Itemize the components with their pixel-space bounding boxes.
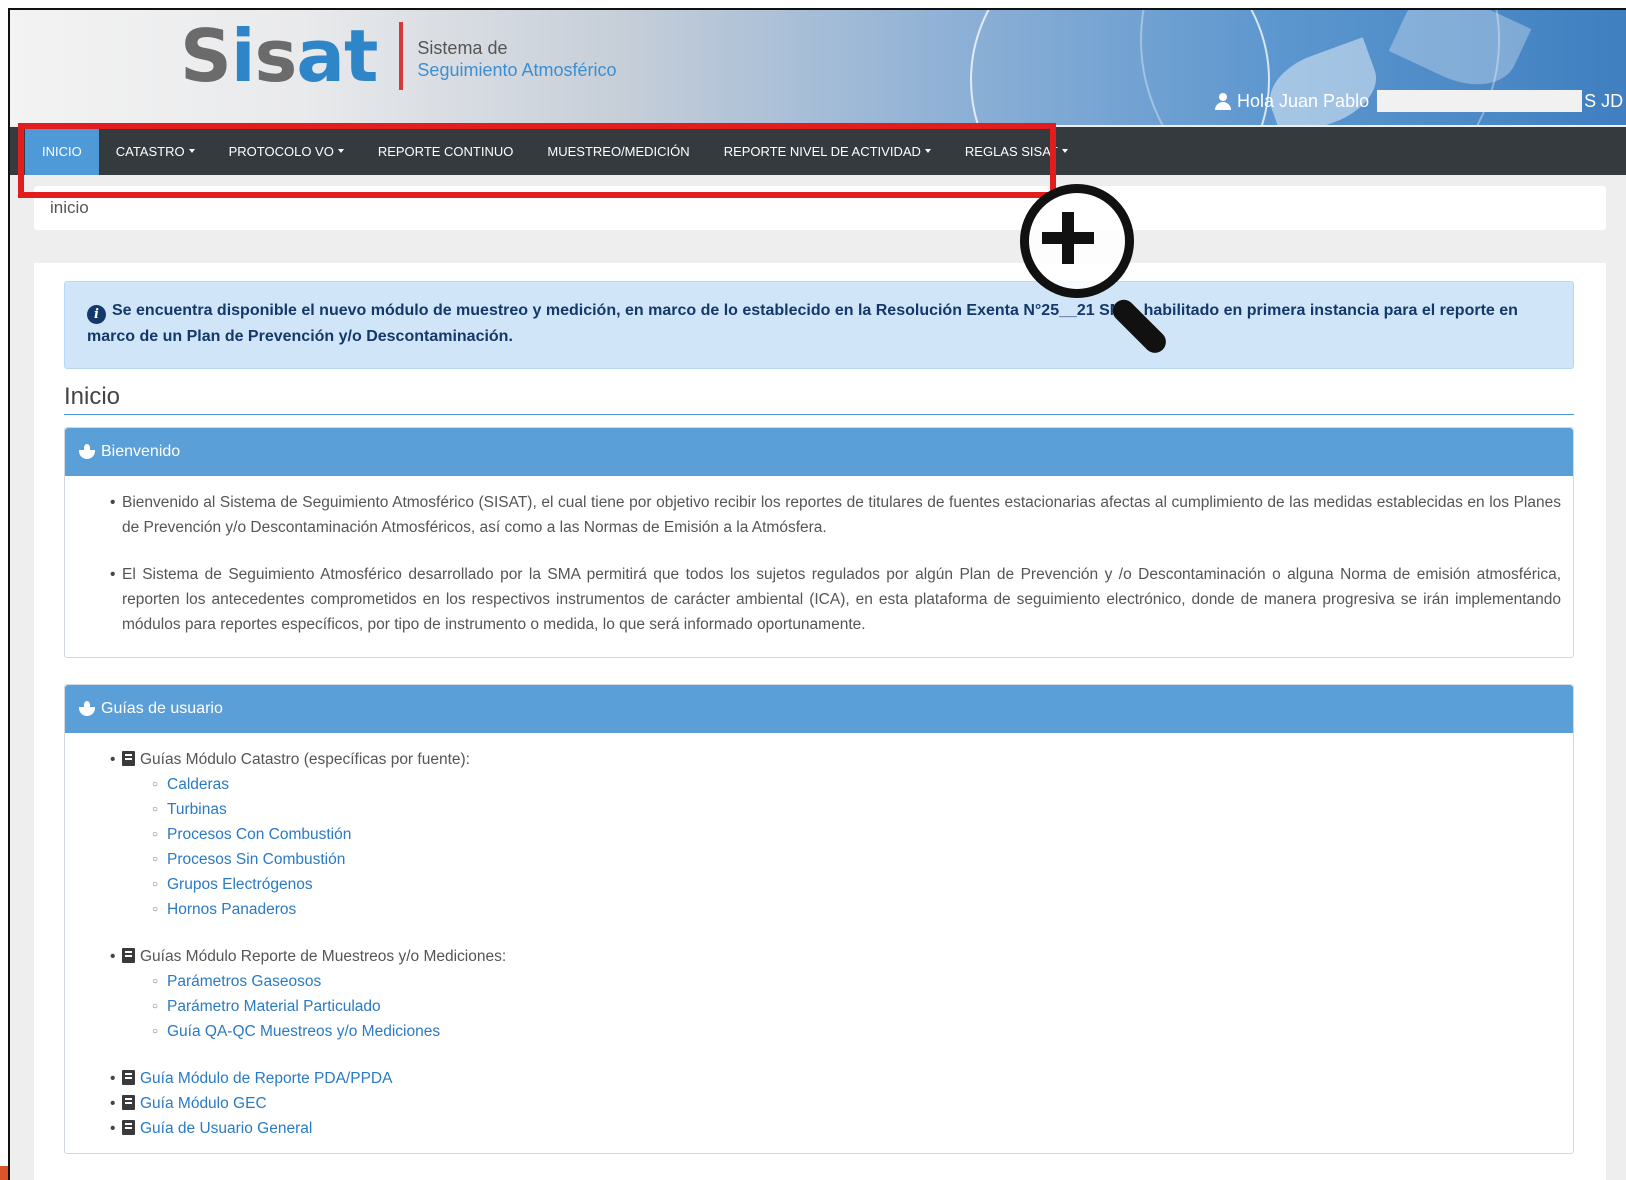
- link-procesos-con-combustion[interactable]: Procesos Con Combustión: [167, 826, 351, 843]
- alert-text: Se encuentra disponible el nuevo módulo …: [87, 302, 1518, 345]
- guides-card-body: Guías Módulo Catastro (específicas por f…: [65, 733, 1573, 1141]
- list-item: Procesos Con Combustión: [152, 822, 1561, 847]
- list-item: Calderas: [152, 772, 1561, 797]
- user-greeting: Hola Juan Pablo: [1237, 90, 1370, 111]
- browser-viewport: Sisat Sistema de Seguimiento Atmosférico…: [8, 8, 1626, 1180]
- guides-card-header: Guías de usuario: [65, 685, 1573, 733]
- link-turbinas[interactable]: Turbinas: [167, 801, 227, 818]
- caret-down-icon: [188, 149, 195, 153]
- nav-reporte-nivel-actividad[interactable]: REPORTE NIVEL DE ACTIVIDAD: [707, 127, 948, 175]
- logo-divider: [399, 22, 404, 90]
- main-content: i Se encuentra disponible el nuevo módulo…: [34, 263, 1606, 1180]
- site-header: Sisat Sistema de Seguimiento Atmosférico…: [10, 10, 1626, 125]
- list-item: Guías Módulo Reporte de Muestreos y/o Me…: [110, 944, 1561, 1044]
- link-guia-pda-ppda[interactable]: Guía Módulo de Reporte PDA/PPDA: [140, 1070, 392, 1087]
- breadcrumb-current: inicio: [50, 198, 89, 217]
- caret-down-icon: [1061, 149, 1068, 153]
- nav-muestreo-medicion-label: MUESTREO/MEDICIÓN: [547, 143, 690, 159]
- logo-wordmark: Sisat: [180, 14, 378, 98]
- nav-reporte-continuo-label: REPORTE CONTINUO: [377, 143, 514, 159]
- welcome-paragraph: El Sistema de Seguimiento Atmosférico de…: [110, 562, 1561, 637]
- welcome-card-body: Bienvenido al Sistema de Seguimiento Atm…: [65, 476, 1573, 637]
- list-item: Parámetro Material Particulado: [152, 994, 1561, 1019]
- list-item: Guía Módulo de Reporte PDA/PPDA: [110, 1066, 1561, 1091]
- nav-catastro[interactable]: CATASTRO: [99, 127, 212, 175]
- link-procesos-sin-combustion[interactable]: Procesos Sin Combustión: [167, 851, 345, 868]
- welcome-card-header: Bienvenido: [65, 428, 1573, 476]
- nav-inicio[interactable]: INICIO: [25, 127, 99, 175]
- nav-catastro-label: CATASTRO: [115, 143, 185, 159]
- guides-list: Guías Módulo Catastro (específicas por f…: [110, 747, 1561, 1141]
- list-item: Guías Módulo Catastro (específicas por f…: [110, 747, 1561, 922]
- catastro-guides-sublist: Calderas Turbinas Procesos Con Combustió…: [152, 772, 1561, 922]
- link-guia-gec[interactable]: Guía Módulo GEC: [140, 1095, 267, 1112]
- book-icon: [122, 1095, 135, 1110]
- link-guia-usuario-general[interactable]: Guía de Usuario General: [140, 1120, 312, 1137]
- user-menu[interactable]: Hola Juan Pablo S JD: [1215, 90, 1623, 112]
- list-item: Guía QA-QC Muestreos y/o Mediciones: [152, 1019, 1561, 1044]
- corner-mark: [0, 1166, 8, 1180]
- nav-muestreo-medicion[interactable]: MUESTREO/MEDICIÓN: [530, 127, 706, 175]
- list-item: Guía Módulo GEC: [110, 1091, 1561, 1116]
- nav-inicio-label: INICIO: [42, 143, 82, 159]
- link-guia-qa-qc[interactable]: Guía QA-QC Muestreos y/o Mediciones: [167, 1023, 440, 1040]
- logo-subtitle: Sistema de Seguimiento Atmosférico: [417, 37, 616, 81]
- user-name-suffix: S JD: [1584, 90, 1624, 111]
- list-item: Guía de Usuario General: [110, 1116, 1561, 1141]
- seedling-icon: [77, 444, 97, 460]
- muestreo-guides-label: Guías Módulo Reporte de Muestreos y/o Me…: [140, 948, 507, 965]
- info-alert: i Se encuentra disponible el nuevo módulo…: [64, 281, 1574, 369]
- book-icon: [122, 751, 135, 766]
- guides-card: Guías de usuario Guías Módulo Catastro (…: [64, 684, 1574, 1154]
- logo-subtitle-line2: Seguimiento Atmosférico: [417, 60, 617, 80]
- nav-reglas-sisat[interactable]: REGLAS SISAT: [948, 127, 1085, 175]
- nav-reporte-nivel-actividad-label: REPORTE NIVEL DE ACTIVIDAD: [723, 143, 921, 159]
- nav-protocolo-vo[interactable]: PROTOCOLO VO: [212, 127, 361, 175]
- welcome-paragraph: Bienvenido al Sistema de Seguimiento Atm…: [110, 490, 1561, 540]
- sisat-logo[interactable]: Sisat Sistema de Seguimiento Atmosférico: [180, 10, 617, 102]
- book-icon: [122, 1120, 135, 1135]
- user-icon: [1215, 92, 1231, 110]
- seedling-icon: [77, 701, 97, 717]
- caret-down-icon: [924, 149, 931, 153]
- main-navbar: INICIO CATASTRO PROTOCOLO VO REPORTE CON…: [10, 127, 1626, 175]
- welcome-card-title: Bienvenido: [101, 443, 181, 460]
- link-hornos-panaderos[interactable]: Hornos Panaderos: [167, 901, 296, 918]
- link-grupos-electrogenos[interactable]: Grupos Electrógenos: [167, 876, 313, 893]
- welcome-card: Bienvenido Bienvenido al Sistema de Segu…: [64, 427, 1574, 658]
- link-parametros-gaseosos[interactable]: Parámetros Gaseosos: [167, 973, 321, 990]
- logo-subtitle-line1: Sistema de: [417, 38, 508, 58]
- link-calderas[interactable]: Calderas: [167, 776, 229, 793]
- list-item: Grupos Electrógenos: [152, 872, 1561, 897]
- breadcrumb: inicio: [34, 186, 1606, 230]
- list-item: Procesos Sin Combustión: [152, 847, 1561, 872]
- catastro-guides-label: Guías Módulo Catastro (específicas por f…: [140, 751, 470, 768]
- page-title: Inicio: [64, 383, 1574, 415]
- book-icon: [122, 1070, 135, 1085]
- muestreo-guides-sublist: Parámetros Gaseosos Parámetro Material P…: [152, 969, 1561, 1044]
- nav-protocolo-vo-label: PROTOCOLO VO: [228, 143, 334, 159]
- guides-card-title: Guías de usuario: [101, 700, 223, 717]
- book-icon: [122, 948, 135, 963]
- info-icon: i: [87, 305, 106, 324]
- link-material-particulado[interactable]: Parámetro Material Particulado: [167, 998, 381, 1015]
- list-item: Hornos Panaderos: [152, 897, 1561, 922]
- caret-down-icon: [337, 149, 344, 153]
- redacted-name: [1377, 90, 1583, 112]
- nav-reporte-continuo[interactable]: REPORTE CONTINUO: [361, 127, 531, 175]
- list-item: Turbinas: [152, 797, 1561, 822]
- nav-reglas-sisat-label: REGLAS SISAT: [964, 143, 1058, 159]
- list-item: Parámetros Gaseosos: [152, 969, 1561, 994]
- plus-icon: [1042, 232, 1094, 244]
